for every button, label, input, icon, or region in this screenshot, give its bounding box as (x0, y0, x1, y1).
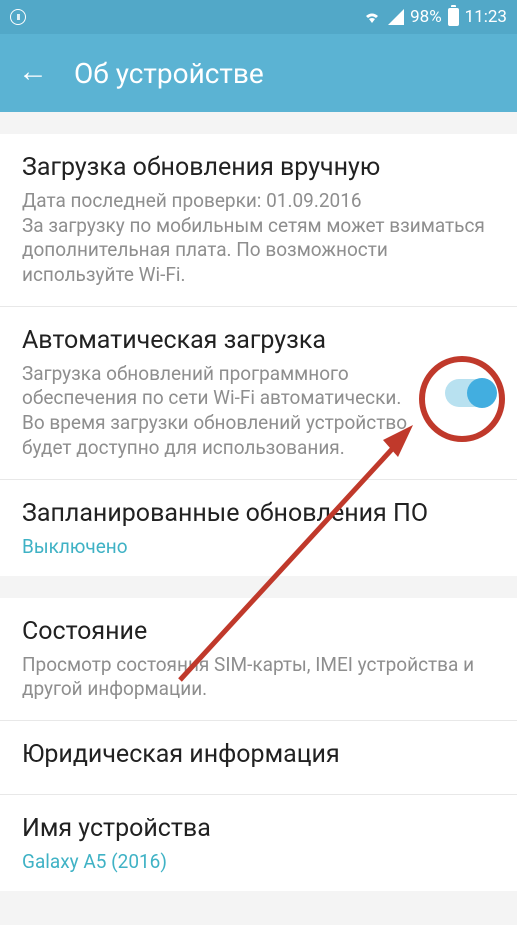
auto-download-toggle[interactable] (445, 379, 495, 407)
item-device-name[interactable]: Имя устройства Galaxy A5 (2016) (0, 795, 517, 891)
section-gap (0, 576, 517, 598)
item-auto-download[interactable]: Автоматическая загрузка Загрузка обновле… (0, 307, 517, 480)
item-title: Автоматическая загрузка (22, 325, 415, 357)
page-title: Об устройстве (74, 57, 264, 90)
battery-icon (448, 8, 459, 26)
item-status[interactable]: Состояние Просмотр состояния SIM-карты, … (0, 598, 517, 721)
item-title: Юридическая информация (22, 739, 495, 771)
status-bar: 98% 11:23 (0, 0, 517, 34)
item-legal-info[interactable]: Юридическая информация (0, 721, 517, 795)
settings-group-1: Загрузка обновления вручную Дата последн… (0, 134, 517, 576)
battery-percent: 98% (410, 7, 442, 27)
settings-group-2: Состояние Просмотр состояния SIM-карты, … (0, 598, 517, 891)
item-subtitle: Просмотр состояния SIM-карты, IMEI устро… (22, 653, 495, 702)
item-title: Загрузка обновления вручную (22, 152, 495, 184)
section-gap (0, 112, 517, 134)
app-header: ← Об устройстве (0, 34, 517, 112)
item-manual-download[interactable]: Загрузка обновления вручную Дата последн… (0, 134, 517, 307)
item-title: Запланированные обновления ПО (22, 498, 495, 530)
clock: 11:23 (465, 7, 507, 27)
signal-icon (388, 9, 404, 25)
back-arrow-icon[interactable]: ← (18, 54, 48, 89)
item-subtitle: Дата последней проверки: 01.09.2016 За з… (22, 189, 495, 288)
item-subtitle: Загрузка обновлений программного обеспеч… (22, 362, 415, 461)
toggle-knob (467, 378, 497, 408)
item-value-link: Выключено (22, 535, 495, 558)
pause-icon (10, 9, 26, 25)
item-value-link: Galaxy A5 (2016) (22, 850, 495, 873)
item-title: Имя устройства (22, 813, 495, 845)
wifi-icon (362, 9, 382, 25)
item-scheduled-updates[interactable]: Запланированные обновления ПО Выключено (0, 480, 517, 576)
item-title: Состояние (22, 616, 495, 648)
